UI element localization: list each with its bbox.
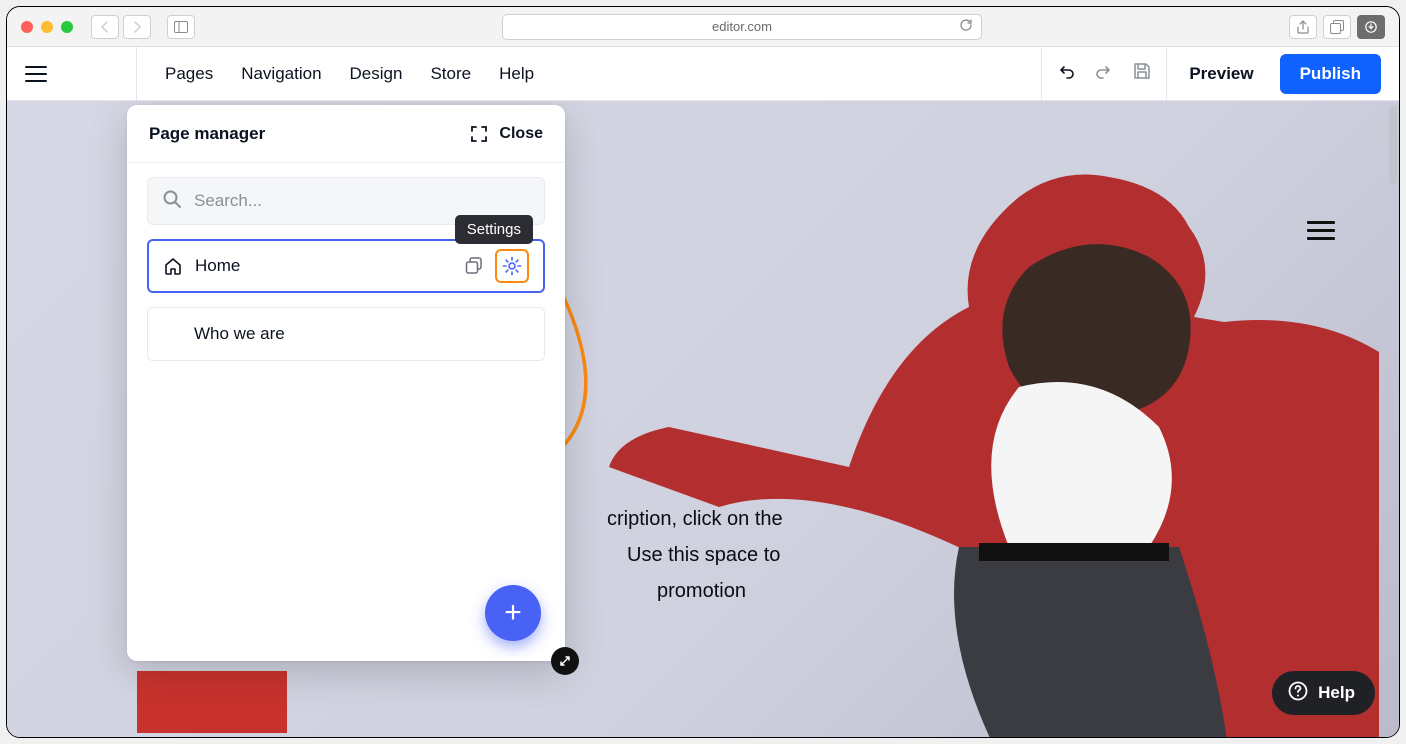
sidebar-toggle-icon[interactable] (167, 15, 195, 39)
gear-icon (502, 256, 522, 276)
redo-button[interactable] (1094, 61, 1114, 86)
help-label: Help (1318, 683, 1355, 703)
minimize-window-icon[interactable] (41, 21, 53, 33)
preview-button[interactable]: Preview (1167, 64, 1275, 84)
cta-block[interactable] (137, 671, 287, 733)
menu-bar: Pages Navigation Design Store Help (137, 64, 534, 84)
close-panel-button[interactable]: Close (471, 125, 543, 143)
maximize-window-icon[interactable] (61, 21, 73, 33)
undo-button[interactable] (1056, 61, 1076, 86)
page-label: Home (195, 256, 240, 276)
menu-pages[interactable]: Pages (165, 64, 213, 84)
help-button[interactable]: Help (1272, 671, 1375, 715)
close-window-icon[interactable] (21, 21, 33, 33)
url-text: editor.com (712, 19, 772, 34)
hamburger-icon (25, 66, 47, 82)
page-item-home[interactable]: Home (147, 239, 545, 293)
panel-resize-handle[interactable] (551, 647, 579, 675)
home-icon (163, 256, 183, 276)
duplicate-icon[interactable] (465, 257, 483, 275)
scrollbar-thumb[interactable] (1389, 105, 1397, 185)
browser-forward-button[interactable] (123, 15, 151, 39)
menu-store[interactable]: Store (430, 64, 471, 84)
publish-button[interactable]: Publish (1280, 54, 1381, 94)
browser-chrome: editor.com (7, 7, 1399, 47)
save-button[interactable] (1132, 61, 1152, 86)
menu-navigation[interactable]: Navigation (241, 64, 321, 84)
editor-toolbar: Pages Navigation Design Store Help Previ… (7, 47, 1399, 101)
page-item-who-we-are[interactable]: Who we are (147, 307, 545, 361)
hero-figure-image (599, 157, 1379, 737)
panel-title: Page manager (149, 124, 265, 144)
page-manager-panel: Page manager Close Search... Settings (127, 105, 565, 661)
plus-icon: + (504, 596, 522, 630)
page-settings-button[interactable] (495, 249, 529, 283)
address-bar[interactable]: editor.com (502, 14, 982, 40)
main-menu-button[interactable] (7, 47, 137, 100)
help-icon (1288, 681, 1308, 706)
search-placeholder: Search... (194, 191, 262, 211)
add-page-button[interactable]: + (485, 585, 541, 641)
editor-canvas[interactable]: ance c xxxxxxxxxxxxxxxxxxxxxxxxxxxxxxxxx… (7, 101, 1399, 737)
menu-help[interactable]: Help (499, 64, 534, 84)
tabs-icon[interactable] (1323, 15, 1351, 39)
site-hamburger-icon[interactable] (1307, 221, 1335, 240)
collapse-icon (471, 126, 487, 142)
settings-tooltip: Settings (455, 215, 533, 244)
search-icon (162, 189, 182, 214)
window-controls (21, 21, 73, 33)
reload-icon[interactable] (959, 18, 973, 35)
browser-window: editor.com Pages Navigation Design St (6, 6, 1400, 738)
page-label: Who we are (194, 324, 285, 344)
browser-back-button[interactable] (91, 15, 119, 39)
downloads-icon[interactable] (1357, 15, 1385, 39)
close-label: Close (499, 125, 543, 143)
share-icon[interactable] (1289, 15, 1317, 39)
menu-design[interactable]: Design (350, 64, 403, 84)
